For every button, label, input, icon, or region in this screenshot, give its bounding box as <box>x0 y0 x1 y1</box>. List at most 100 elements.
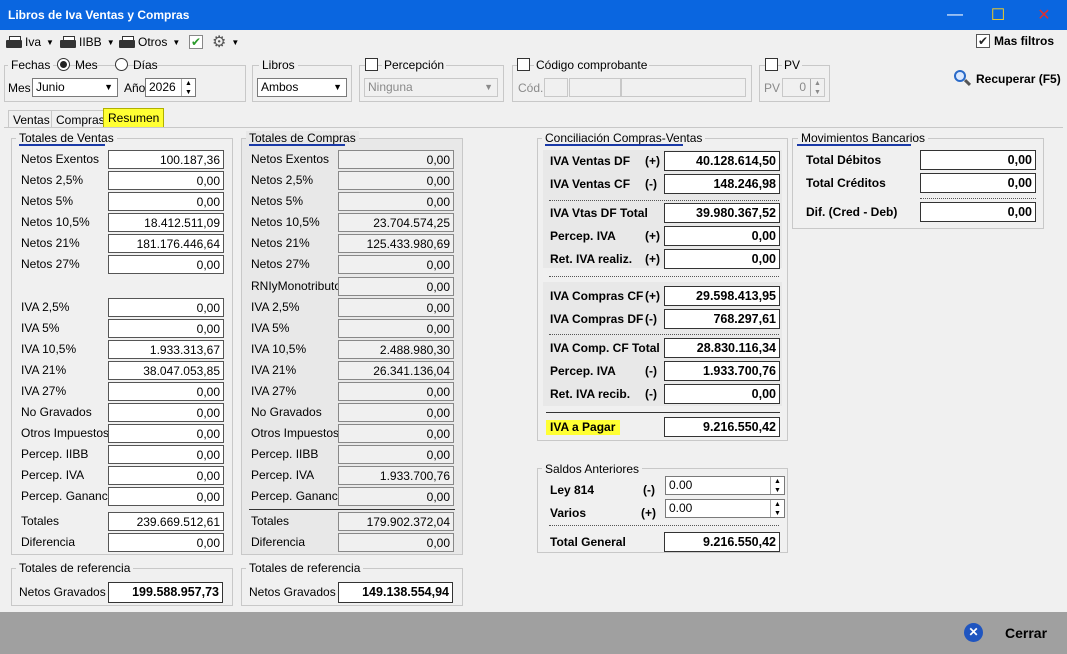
anio-stepper[interactable]: 2026 ▲ ▼ <box>145 78 196 97</box>
cod-description-input[interactable] <box>621 78 746 97</box>
dotted-separator <box>549 200 779 201</box>
ventas-row-label: No Gravados <box>21 405 92 419</box>
pv-group-title: PV <box>782 58 803 72</box>
compras-row-label: Netos 10,5% <box>251 215 320 229</box>
minimize-button[interactable]: — <box>932 0 978 30</box>
anio-value: 2026 <box>149 80 176 94</box>
saldos-title: Saldos Anteriores <box>542 462 643 476</box>
spin-arrows-icon[interactable]: ▲ ▼ <box>181 79 195 96</box>
ventas-title: Totales de Ventas <box>16 131 117 145</box>
compras-row-value: 0,00 <box>338 171 454 190</box>
ventas-row-value: 0,00 <box>108 255 224 274</box>
conciliacion-row-sign: (-) <box>645 364 657 378</box>
percepcion-select-value: Ninguna <box>368 80 413 94</box>
ventas-ref-title: Totales de referencia <box>16 561 134 575</box>
conciliacion-row-sign: (+) <box>645 229 660 243</box>
conciliacion-row-value: 1.933.700,76 <box>664 361 780 381</box>
mas-filtros-checkbox[interactable]: ✔ Mas filtros <box>976 34 1054 48</box>
ventas-row-label: Percep. IIBB <box>21 447 89 461</box>
chevron-down-icon: ▼ <box>333 82 342 92</box>
cod-number-input[interactable] <box>569 78 621 97</box>
conciliacion-row-label: IVA Vtas DF Total <box>550 206 648 220</box>
print-otros-label: Otros <box>138 35 168 49</box>
title-bar: Libros de Iva Ventas y Compras — ☐ ✕ <box>0 0 1067 30</box>
printer-icon <box>119 35 135 49</box>
chevron-down-icon: ▼ <box>104 82 113 92</box>
conciliacion-row-value: 29.598.413,95 <box>664 286 780 306</box>
dias-radio[interactable] <box>115 58 128 71</box>
conciliacion-title-underline <box>545 144 683 146</box>
ventas-row-value: 0,00 <box>108 192 224 211</box>
compras-row-value: 1.933.700,76 <box>338 466 454 485</box>
ventas-title-underline <box>19 144 105 146</box>
spin-arrows-icon[interactable]: ▲ ▼ <box>770 477 784 494</box>
tab-compras-label: Compras <box>56 113 105 127</box>
ventas-row-value: 18.412.511,09 <box>108 213 224 232</box>
settings-button[interactable]: ⚙ ▼ <box>212 33 239 51</box>
percepcion-select[interactable]: Ninguna ▼ <box>364 78 498 97</box>
printer-icon <box>60 35 76 49</box>
mes-select[interactable]: Junio ▼ <box>32 78 118 97</box>
tab-compras[interactable]: Compras <box>51 110 110 127</box>
mes-label: Mes <box>8 81 31 95</box>
anio-label: Año <box>124 81 146 95</box>
compras-row-label: IVA 5% <box>251 321 290 335</box>
fechas-group-title: Fechas <box>8 58 54 72</box>
ley-sign: (-) <box>643 483 655 497</box>
mes-radio[interactable] <box>57 58 70 71</box>
ley-814-stepper[interactable]: 0.00 ▲ ▼ <box>665 476 785 495</box>
ventas-row-value: 0,00 <box>108 466 224 485</box>
compras-row-label: Otros Impuestos <box>251 426 340 440</box>
conciliacion-row-value: 148.246,98 <box>664 174 780 194</box>
spin-arrows-icon[interactable]: ▲ ▼ <box>810 79 824 96</box>
varios-stepper[interactable]: 0.00 ▲ ▼ <box>665 499 785 518</box>
ventas-row-value: 38.047.053,85 <box>108 361 224 380</box>
ventas-ref-label: Netos Gravados <box>19 585 106 599</box>
ventas-row-value: 100.187,36 <box>108 150 224 169</box>
conciliacion-row-value: 0,00 <box>664 226 780 246</box>
tab-ventas[interactable]: Ventas <box>8 110 55 127</box>
percepcion-checkbox[interactable] <box>365 58 378 71</box>
print-iibb-button[interactable]: IIBB ▼ <box>60 33 115 51</box>
compras-row-value: 0,00 <box>338 150 454 169</box>
compras-totals-separator <box>249 509 455 510</box>
check-button[interactable]: ✔ <box>189 33 203 51</box>
compras-row-label: Netos 27% <box>251 257 310 271</box>
ley-label: Ley 814 <box>550 483 595 497</box>
pv-label: PV <box>764 81 781 95</box>
conciliacion-row-label: Ret. IVA recib. <box>550 387 631 401</box>
print-iva-label: Iva <box>25 35 42 49</box>
dif-cred-deb-field: 0,00 <box>920 202 1036 222</box>
print-otros-button[interactable]: Otros ▼ <box>119 33 180 51</box>
varios-value: 0.00 <box>669 501 693 515</box>
recuperar-button[interactable]: Recuperar (F5) <box>954 70 1061 88</box>
compras-row-value: 179.902.372,04 <box>338 512 454 531</box>
close-button[interactable]: ✕ <box>1021 0 1067 30</box>
dotted-separator <box>549 334 779 335</box>
cerrar-button[interactable]: ✕ Cerrar <box>964 623 1047 642</box>
maximize-button[interactable]: ☐ <box>975 0 1021 30</box>
compras-row-value: 125.433.980,69 <box>338 234 454 253</box>
codigo-label: Código comprobante <box>534 58 650 72</box>
ventas-row-value: 181.176.446,64 <box>108 234 224 253</box>
libros-select[interactable]: Ambos ▼ <box>257 78 347 97</box>
compras-row-label: Netos Exentos <box>251 152 330 166</box>
compras-row-label: Percep. Gananc. <box>251 489 342 503</box>
compras-row-value: 0,00 <box>338 445 454 464</box>
spin-arrows-icon[interactable]: ▲ ▼ <box>770 500 784 517</box>
creditos-label: Total Créditos <box>806 176 886 190</box>
iva-pagar-label: IVA a Pagar <box>550 420 616 434</box>
compras-row-label: Percep. IVA <box>251 468 315 482</box>
compras-row-value: 0,00 <box>338 192 454 211</box>
cod-input[interactable] <box>544 78 568 97</box>
mes-select-value: Junio <box>36 80 65 94</box>
pv-checkbox[interactable] <box>765 58 778 71</box>
compras-row-value: 0,00 <box>338 298 454 317</box>
total-debitos-field: 0,00 <box>920 150 1036 170</box>
tab-resumen[interactable]: Resumen <box>103 108 165 127</box>
compras-row-label: Netos 5% <box>251 194 304 208</box>
ventas-row-label: Percep. IVA <box>21 468 85 482</box>
pv-stepper[interactable]: 0 ▲ ▼ <box>782 78 825 97</box>
codigo-checkbox[interactable] <box>517 58 530 71</box>
print-iva-button[interactable]: Iva ▼ <box>6 33 54 51</box>
